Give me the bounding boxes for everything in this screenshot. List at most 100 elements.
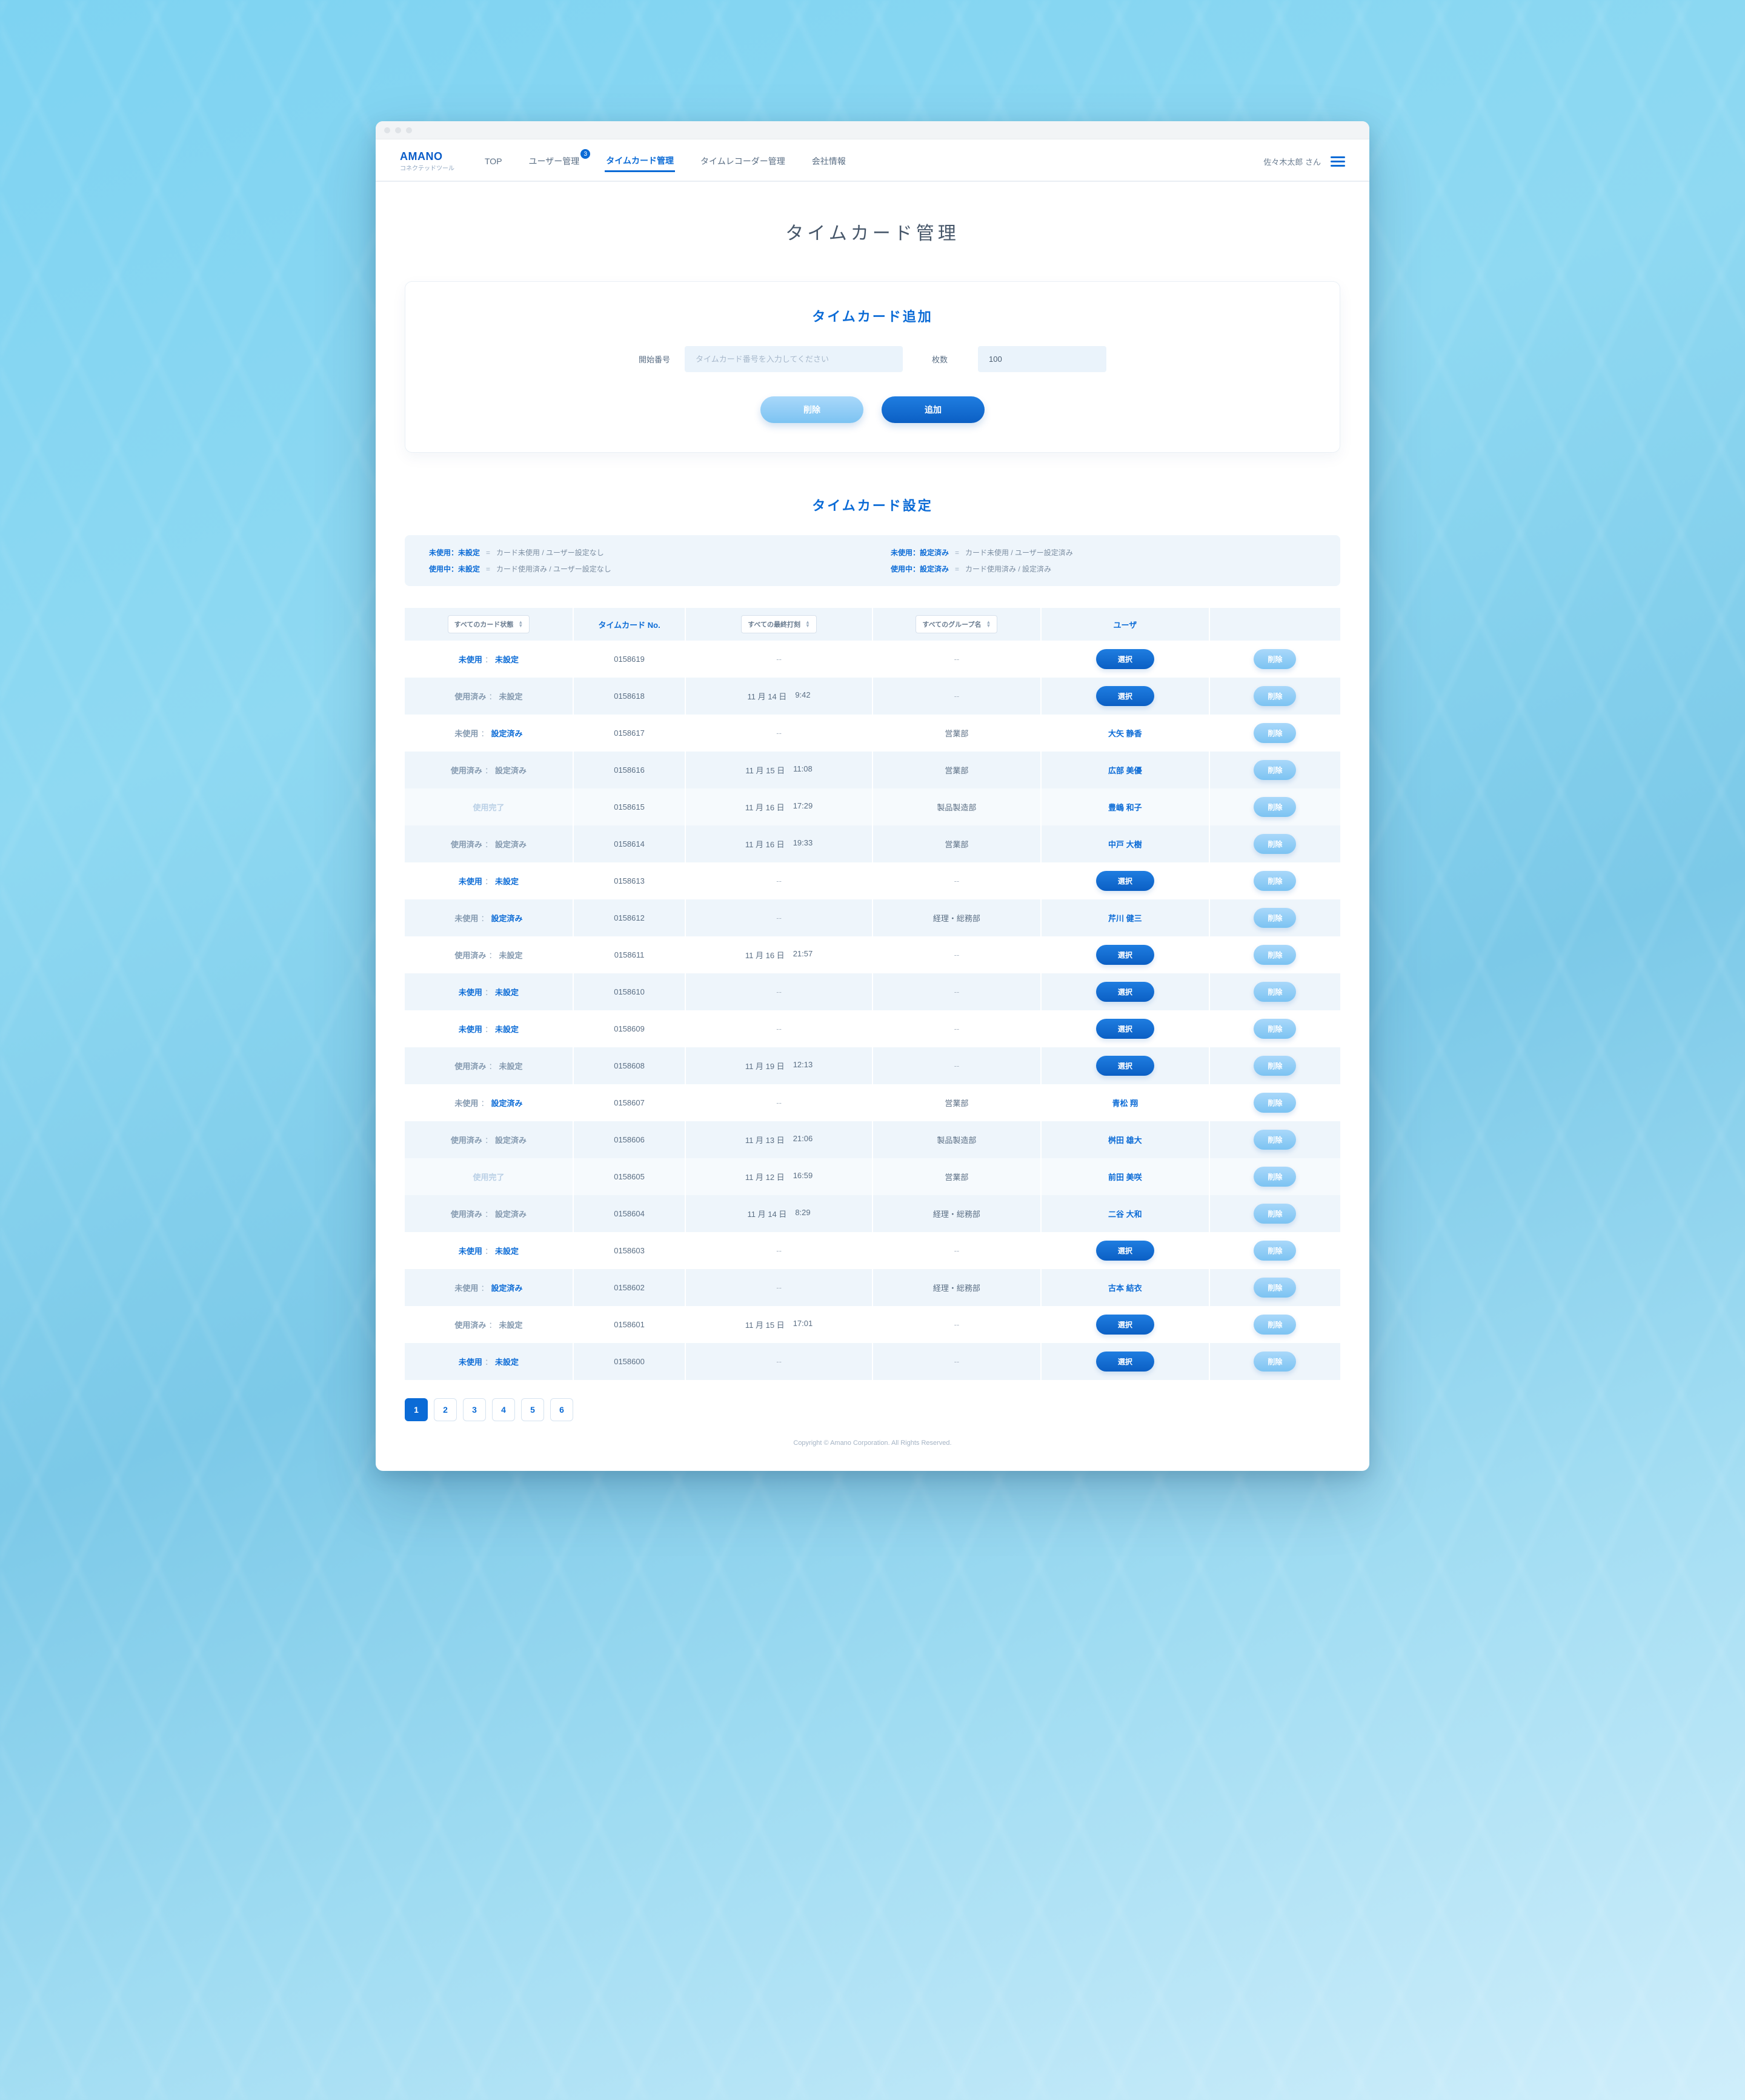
status-secondary: 設定済み — [495, 1208, 527, 1219]
cell-stamp: -- — [685, 715, 872, 752]
group-name: 営業部 — [945, 840, 968, 849]
page-button[interactable]: 5 — [521, 1398, 544, 1421]
user-name-link[interactable]: 広部 美優 — [1108, 766, 1142, 775]
app-header: AMANO コネクテッドツール TOP ユーザー管理 3 タイムカード管理 タイ… — [376, 139, 1369, 182]
cell-actions: 削除 — [1209, 752, 1340, 788]
delete-row-button[interactable]: 削除 — [1254, 834, 1296, 854]
group-filter-select[interactable]: すべてのグループ名 ▲▼ — [916, 615, 997, 633]
status-primary: 未使用 — [459, 1245, 482, 1256]
select-user-button[interactable]: 選択 — [1096, 982, 1154, 1002]
count-label: 枚数 — [932, 353, 966, 365]
delete-row-button[interactable]: 削除 — [1254, 982, 1296, 1002]
select-user-button[interactable]: 選択 — [1096, 649, 1154, 669]
user-name-link[interactable]: 古本 結衣 — [1108, 1284, 1142, 1293]
group-name: 営業部 — [945, 729, 968, 738]
delete-row-button[interactable]: 削除 — [1254, 1130, 1296, 1150]
page-button[interactable]: 2 — [434, 1398, 457, 1421]
stamp-date: 11 月 16 日 — [745, 801, 785, 813]
delete-row-button[interactable]: 削除 — [1254, 1241, 1296, 1261]
cell-actions: 削除 — [1209, 1232, 1340, 1269]
cell-status: 未使用：未設定 — [405, 1232, 573, 1269]
user-name-link[interactable]: 大矢 静香 — [1108, 729, 1142, 738]
delete-row-button[interactable]: 削除 — [1254, 1278, 1296, 1298]
window-dot — [395, 127, 401, 133]
delete-row-button[interactable]: 削除 — [1254, 760, 1296, 780]
nav-users-label: ユーザー管理 — [529, 156, 580, 166]
settings-title: タイムカード設定 — [405, 495, 1340, 515]
delete-row-button[interactable]: 削除 — [1254, 1093, 1296, 1113]
delete-row-button[interactable]: 削除 — [1254, 723, 1296, 743]
cell-group: 営業部 — [872, 752, 1041, 788]
table-row: 使用済み：設定済み015861611 月 15 日11:08営業部広部 美優削除 — [405, 752, 1340, 788]
stamp-empty: -- — [776, 728, 782, 738]
cell-actions: 削除 — [1209, 862, 1340, 899]
select-user-button[interactable]: 選択 — [1096, 945, 1154, 965]
user-name-link[interactable]: 青松 翔 — [1112, 1099, 1138, 1108]
delete-row-button[interactable]: 削除 — [1254, 908, 1296, 928]
status-primary: 使用済み — [451, 1208, 482, 1219]
page-button[interactable]: 1 — [405, 1398, 428, 1421]
cell-stamp: 11 月 15 日11:08 — [685, 752, 872, 788]
status-primary: 使用完了 — [473, 801, 504, 813]
delete-row-button[interactable]: 削除 — [1254, 1167, 1296, 1187]
cell-status: 使用済み：未設定 — [405, 1047, 573, 1084]
nav-users[interactable]: ユーザー管理 3 — [528, 152, 581, 171]
status-filter-select[interactable]: すべてのカード状態 ▲▼ — [448, 615, 530, 633]
delete-range-button[interactable]: 削除 — [760, 396, 863, 423]
user-name-link[interactable]: 芹川 健三 — [1108, 914, 1142, 923]
delete-row-button[interactable]: 削除 — [1254, 945, 1296, 965]
stamp-filter-select[interactable]: すべての最終打刻 ▲▼ — [741, 615, 817, 633]
select-user-button[interactable]: 選択 — [1096, 871, 1154, 891]
cell-user: 選択 — [1041, 1343, 1209, 1380]
delete-row-button[interactable]: 削除 — [1254, 686, 1296, 706]
select-user-button[interactable]: 選択 — [1096, 1056, 1154, 1076]
page-button[interactable]: 6 — [550, 1398, 573, 1421]
add-range-button[interactable]: 追加 — [882, 396, 985, 423]
group-empty: -- — [954, 950, 960, 959]
cell-stamp: 11 月 16 日21:57 — [685, 936, 872, 973]
timecard-table: すべてのカード状態 ▲▼ タイムカード No. すべての最終打刻 ▲▼ すべ — [405, 608, 1340, 1380]
delete-row-button[interactable]: 削除 — [1254, 797, 1296, 817]
delete-row-button[interactable]: 削除 — [1254, 1315, 1296, 1335]
legend-desc: カード未使用 / ユーザー設定済み — [965, 547, 1073, 558]
th-status: すべてのカード状態 ▲▼ — [405, 608, 573, 641]
delete-row-button[interactable]: 削除 — [1254, 1019, 1296, 1039]
stamp-date: 11 月 15 日 — [745, 764, 785, 776]
group-empty: -- — [954, 1024, 960, 1033]
stamp-time: 8:29 — [795, 1208, 810, 1219]
user-name-link[interactable]: 中戸 大樹 — [1108, 840, 1142, 849]
page-button[interactable]: 3 — [463, 1398, 486, 1421]
user-name-link[interactable]: 豊嶋 和子 — [1108, 803, 1142, 812]
status-secondary: 未設定 — [495, 875, 519, 887]
select-user-button[interactable]: 選択 — [1096, 1019, 1154, 1039]
delete-row-button[interactable]: 削除 — [1254, 649, 1296, 669]
brand-subtitle: コネクテッドツール — [400, 163, 454, 172]
nav-timecard[interactable]: タイムカード管理 — [605, 151, 675, 172]
count-input[interactable] — [978, 346, 1106, 372]
user-name-link[interactable]: 前田 美咲 — [1108, 1173, 1142, 1182]
cell-stamp: -- — [685, 1269, 872, 1306]
user-name-link[interactable]: 二谷 大和 — [1108, 1210, 1142, 1219]
nav-recorder[interactable]: タイムレコーダー管理 — [699, 152, 786, 171]
delete-row-button[interactable]: 削除 — [1254, 1056, 1296, 1076]
delete-row-button[interactable]: 削除 — [1254, 1352, 1296, 1372]
menu-icon[interactable] — [1331, 156, 1345, 167]
nav-top[interactable]: TOP — [484, 153, 504, 170]
start-number-input[interactable] — [685, 346, 903, 372]
select-user-button[interactable]: 選択 — [1096, 1241, 1154, 1261]
cell-status: 使用完了 — [405, 1158, 573, 1195]
nav-company[interactable]: 会社情報 — [811, 152, 847, 171]
stamp-time: 19:33 — [793, 838, 813, 850]
user-name-link[interactable]: 桝田 雄大 — [1108, 1136, 1142, 1145]
delete-row-button[interactable]: 削除 — [1254, 1204, 1296, 1224]
select-user-button[interactable]: 選択 — [1096, 686, 1154, 706]
cell-group: -- — [872, 1306, 1041, 1343]
select-user-button[interactable]: 選択 — [1096, 1352, 1154, 1372]
cell-stamp: 11 月 15 日17:01 — [685, 1306, 872, 1343]
cell-card-no: 0158614 — [573, 825, 685, 862]
group-empty: -- — [954, 1320, 960, 1329]
select-user-button[interactable]: 選択 — [1096, 1315, 1154, 1335]
group-name: 製品製造部 — [937, 1136, 976, 1145]
delete-row-button[interactable]: 削除 — [1254, 871, 1296, 891]
page-button[interactable]: 4 — [492, 1398, 515, 1421]
